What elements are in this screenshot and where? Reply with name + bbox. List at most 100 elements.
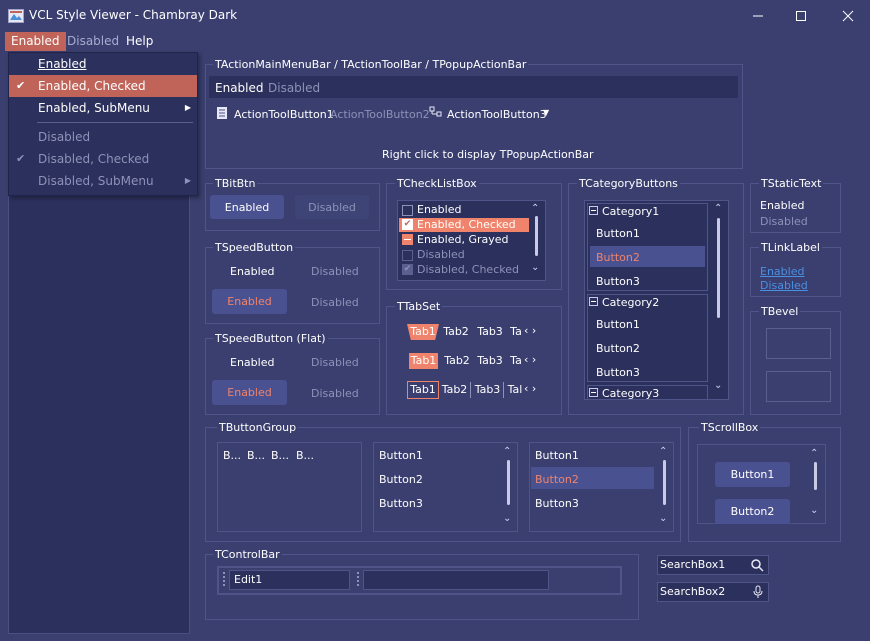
- checklist-item[interactable]: ✔ Enabled, Checked: [399, 218, 529, 232]
- speedbutton-flat-enabled[interactable]: Enabled: [230, 356, 274, 369]
- action-menu-disabled[interactable]: Disabled: [268, 81, 320, 95]
- tab-scroll-arrows-icon[interactable]: ‹ ›: [524, 324, 536, 337]
- category-button[interactable]: Button2: [596, 251, 640, 264]
- search-box-2[interactable]: SearchBox2: [657, 582, 769, 602]
- small-button[interactable]: B...: [247, 449, 265, 462]
- checklist-item[interactable]: Enabled: [399, 203, 529, 217]
- scrollbar-thumb[interactable]: [717, 218, 720, 318]
- tab-item[interactable]: Tal: [506, 382, 524, 398]
- action-tool-button-2[interactable]: ActionToolButton2: [330, 108, 430, 121]
- bitbtn-enabled[interactable]: Enabled: [210, 195, 284, 219]
- scrollbar-thumb[interactable]: [814, 462, 817, 490]
- menu-option-label: Enabled: [38, 57, 87, 71]
- category-header[interactable]: Category2: [602, 296, 659, 309]
- search-box-1[interactable]: SearchBox1: [657, 555, 769, 575]
- small-button[interactable]: B...: [271, 449, 289, 462]
- tab-item[interactable]: Ta: [508, 353, 524, 369]
- speedbutton-flat-disabled-down[interactable]: Disabled: [311, 387, 359, 400]
- action-tool-button-3[interactable]: ActionToolButton3: [447, 108, 547, 121]
- scrollbox-button-1[interactable]: Button1: [715, 462, 790, 487]
- category-button[interactable]: Button1: [596, 227, 640, 240]
- group-button[interactable]: Button2: [535, 473, 579, 486]
- category-collapse-icon[interactable]: [589, 296, 598, 309]
- dropdown-menu: Enabled ✔ Enabled, Checked Enabled, SubM…: [8, 52, 198, 196]
- edit1-field[interactable]: Edit1: [229, 570, 350, 590]
- category-button[interactable]: Button1: [596, 318, 640, 331]
- link-disabled[interactable]: Disabled: [760, 279, 808, 292]
- group-button[interactable]: Button1: [535, 449, 579, 462]
- tab-item[interactable]: Tab2: [439, 382, 471, 398]
- checked-checkbox-icon: ✔: [402, 219, 413, 230]
- scrollbar-thumb[interactable]: [663, 460, 666, 505]
- link-enabled[interactable]: Enabled: [760, 265, 804, 278]
- speedbutton-flat-title: TSpeedButton (Flat): [213, 332, 328, 345]
- tab-item[interactable]: Tab2: [441, 324, 471, 340]
- close-button[interactable]: [825, 0, 870, 32]
- scroll-down-icon[interactable]: ⌄: [503, 513, 511, 524]
- menu-option-enabled[interactable]: Enabled: [9, 53, 197, 75]
- menu-option-enabled-checked[interactable]: ✔ Enabled, Checked: [9, 75, 197, 97]
- action-menu-enabled[interactable]: Enabled: [215, 81, 264, 95]
- tab-item[interactable]: Tab3: [475, 324, 505, 340]
- menu-help[interactable]: Help: [120, 32, 159, 51]
- tab-item[interactable]: Ta: [508, 324, 524, 340]
- category-collapse-icon[interactable]: [589, 387, 598, 400]
- group-button[interactable]: Button1: [379, 449, 423, 462]
- speedbutton-disabled-down[interactable]: Disabled: [311, 296, 359, 309]
- scroll-down-icon[interactable]: ⌄: [531, 262, 539, 273]
- menu-enabled[interactable]: Enabled: [5, 32, 66, 51]
- category-button[interactable]: Button2: [596, 342, 640, 355]
- tab-scroll-arrows-icon[interactable]: ‹ ›: [524, 382, 536, 395]
- tab-item[interactable]: Tab3: [475, 353, 505, 369]
- minimize-button[interactable]: [735, 0, 780, 32]
- checklist-item-label: Enabled, Checked: [417, 218, 516, 231]
- checklist-item[interactable]: Enabled, Grayed: [399, 233, 529, 247]
- tab-item[interactable]: Tab1: [407, 381, 439, 399]
- scroll-up-icon[interactable]: ⌃: [531, 203, 539, 214]
- scrollbar-thumb[interactable]: [535, 216, 538, 256]
- scrollbar-thumb[interactable]: [507, 460, 510, 505]
- small-button[interactable]: B...: [296, 449, 314, 462]
- submenu-arrow-icon: ▶: [184, 176, 191, 185]
- menu-option-enabled-submenu[interactable]: Enabled, SubMenu ▶: [9, 97, 197, 119]
- speedbutton-flat-disabled[interactable]: Disabled: [311, 356, 359, 369]
- group-button[interactable]: Button2: [379, 473, 423, 486]
- scrollbox-title: TScrollBox: [699, 421, 761, 434]
- grip-handle-icon[interactable]: [223, 572, 225, 586]
- search-icon[interactable]: [751, 559, 764, 572]
- category-button[interactable]: Button3: [596, 366, 640, 379]
- menu-disabled[interactable]: Disabled: [61, 32, 125, 51]
- bitbtn-disabled[interactable]: Disabled: [295, 195, 369, 219]
- scroll-up-icon[interactable]: ⌃: [810, 448, 818, 459]
- speedbutton-disabled[interactable]: Disabled: [311, 265, 359, 278]
- scroll-up-icon[interactable]: ⌃: [714, 203, 722, 214]
- chevron-down-icon[interactable]: ▼: [543, 108, 549, 117]
- scroll-up-icon[interactable]: ⌃: [503, 446, 511, 457]
- tab-item[interactable]: Tab1: [409, 353, 438, 369]
- action-tool-button-1[interactable]: ActionToolButton1: [234, 108, 334, 121]
- scroll-up-icon[interactable]: ⌃: [659, 446, 667, 457]
- scroll-down-icon[interactable]: ⌄: [659, 513, 667, 524]
- speedbutton-flat-enabled-down[interactable]: Enabled: [212, 380, 287, 405]
- category-button[interactable]: Button3: [596, 275, 640, 288]
- tab-item[interactable]: Tab2: [442, 353, 472, 369]
- tab-scroll-arrows-icon[interactable]: ‹ ›: [524, 353, 536, 366]
- microphone-icon[interactable]: [752, 585, 764, 599]
- statictext-disabled: Disabled: [760, 215, 808, 228]
- group-button[interactable]: Button3: [379, 497, 423, 510]
- category-collapse-icon[interactable]: [589, 205, 598, 218]
- scrollbox-button-2[interactable]: Button2: [715, 499, 790, 524]
- grip-handle-icon[interactable]: [357, 572, 359, 586]
- speedbutton-enabled-down[interactable]: Enabled: [212, 289, 287, 314]
- category-header[interactable]: Category1: [602, 205, 659, 218]
- group-button[interactable]: Button3: [535, 497, 579, 510]
- small-button[interactable]: B...: [223, 449, 241, 462]
- controlbar-title: TControlBar: [213, 548, 282, 561]
- maximize-button[interactable]: [778, 0, 823, 32]
- speedbutton-enabled[interactable]: Enabled: [230, 265, 274, 278]
- scroll-down-icon[interactable]: ⌄: [810, 505, 818, 516]
- tab-item[interactable]: Tab3: [472, 382, 504, 398]
- category-header[interactable]: Category3: [602, 387, 659, 400]
- tab-item[interactable]: Tab1: [407, 324, 439, 340]
- scroll-down-icon[interactable]: ⌄: [714, 380, 722, 391]
